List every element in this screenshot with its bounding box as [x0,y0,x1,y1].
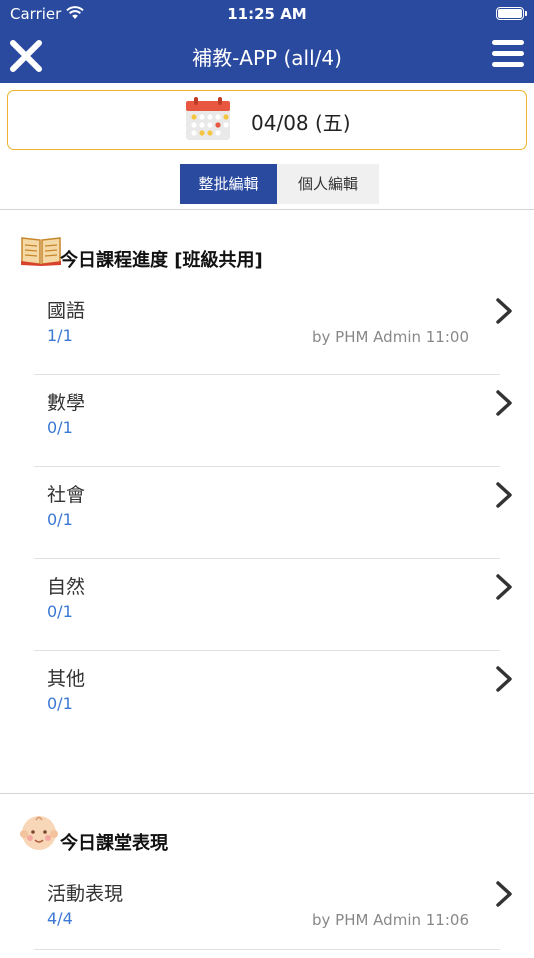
divider [0,209,534,210]
list-item[interactable]: 社會 0/1 [34,467,514,559]
subject-label: 數學 [47,392,86,414]
progress-count: 0/1 [47,510,73,529]
menu-button[interactable] [492,40,524,70]
list-item[interactable]: 數學 0/1 [34,375,514,467]
chevron-right-icon [494,573,514,605]
list-item[interactable]: 國語 1/1 by PHM Admin 11:00 [34,283,514,375]
progress-count: 0/1 [47,694,73,713]
clock: 11:25 AM [227,5,307,23]
progress-count: 0/1 [47,418,73,437]
menu-icon-bar [492,51,524,56]
date-picker[interactable]: 04/08 (五) [7,90,527,150]
chevron-right-icon [494,481,514,513]
subject-label: 其他 [47,668,86,690]
subject-label: 國語 [47,300,86,322]
chevron-right-icon [494,880,514,912]
tab-batch-edit[interactable]: 整批編輯 [180,164,277,204]
progress-count: 1/1 [47,326,73,345]
updated-by-label: by PHM Admin 11:00 [311,328,469,346]
progress-count: 0/1 [47,602,73,621]
divider [0,793,534,794]
baby-face-icon [20,814,58,856]
battery-icon [496,7,527,20]
chevron-right-icon [494,389,514,421]
tab-individual-edit[interactable]: 個人編輯 [277,164,379,204]
calendar-icon [185,97,231,145]
list-item[interactable]: 其他 0/1 [34,651,514,743]
date-label: 04/08 (五) [251,111,351,135]
section-title-progress: 今日課程進度 [班級共用] [60,250,263,271]
chevron-right-icon [494,297,514,329]
status-bar: Carrier 11:25 AM [0,0,534,28]
menu-icon-bar [492,40,524,45]
chevron-right-icon [494,665,514,697]
book-icon [20,234,62,270]
page-title: 補教-APP (all/4) [192,46,342,70]
edit-mode-segment: 整批編輯 個人編輯 [180,164,379,204]
progress-count: 4/4 [47,909,73,928]
menu-icon-bar [492,62,524,67]
list-item[interactable]: 活動表現 4/4 by PHM Admin 11:06 [34,866,514,958]
activity-label: 活動表現 [47,883,124,905]
subject-label: 社會 [47,484,86,506]
app-header: Carrier 11:25 AM 補教-APP (all/4) [0,0,534,83]
updated-by-label: by PHM Admin 11:06 [311,911,469,929]
section-title-performance: 今日課堂表現 [60,833,168,854]
subject-label: 自然 [47,576,86,598]
list-item[interactable]: 自然 0/1 [34,559,514,651]
